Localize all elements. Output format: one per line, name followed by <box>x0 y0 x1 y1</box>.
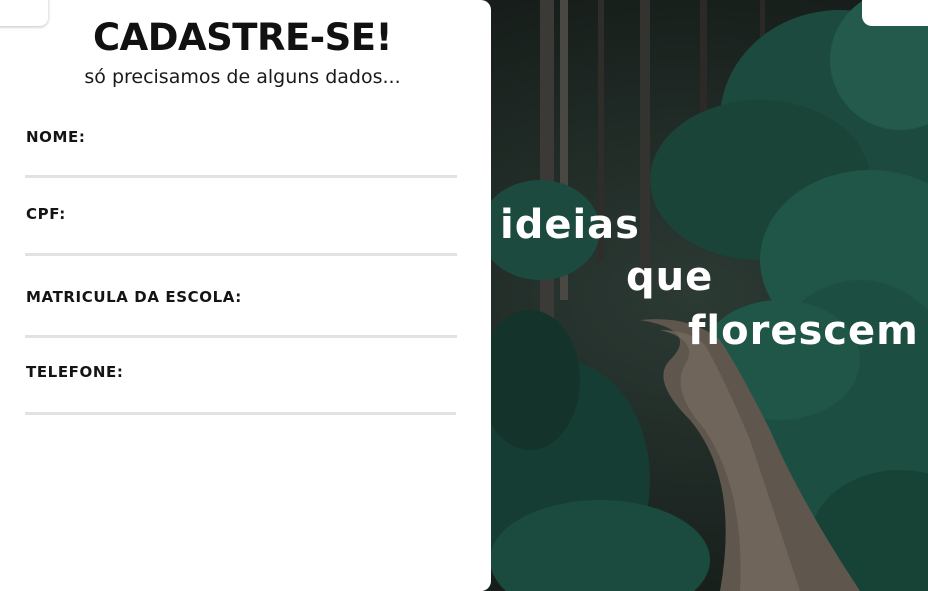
window-corner-tab-right <box>862 0 928 26</box>
name-label: NOME: <box>26 128 86 146</box>
form-title: CADASTRE-SE! <box>93 16 392 59</box>
phone-label: TELEFONE: <box>26 363 124 381</box>
signup-form-panel: CADASTRE-SE! só precisamos de alguns dad… <box>0 0 491 591</box>
cpf-label: CPF: <box>26 205 66 223</box>
slogan-line-2: que <box>626 254 714 300</box>
form-subtitle: só precisamos de alguns dados... <box>84 66 401 88</box>
slogan-line-1: ideias <box>500 202 640 248</box>
phone-input[interactable] <box>25 382 456 415</box>
school-registration-input[interactable] <box>25 305 457 338</box>
school-registration-label: MATRICULA DA ESCOLA: <box>26 288 242 306</box>
cpf-input[interactable] <box>25 223 457 256</box>
slogan-line-3: florescem <box>688 308 919 354</box>
name-input[interactable] <box>25 145 457 178</box>
